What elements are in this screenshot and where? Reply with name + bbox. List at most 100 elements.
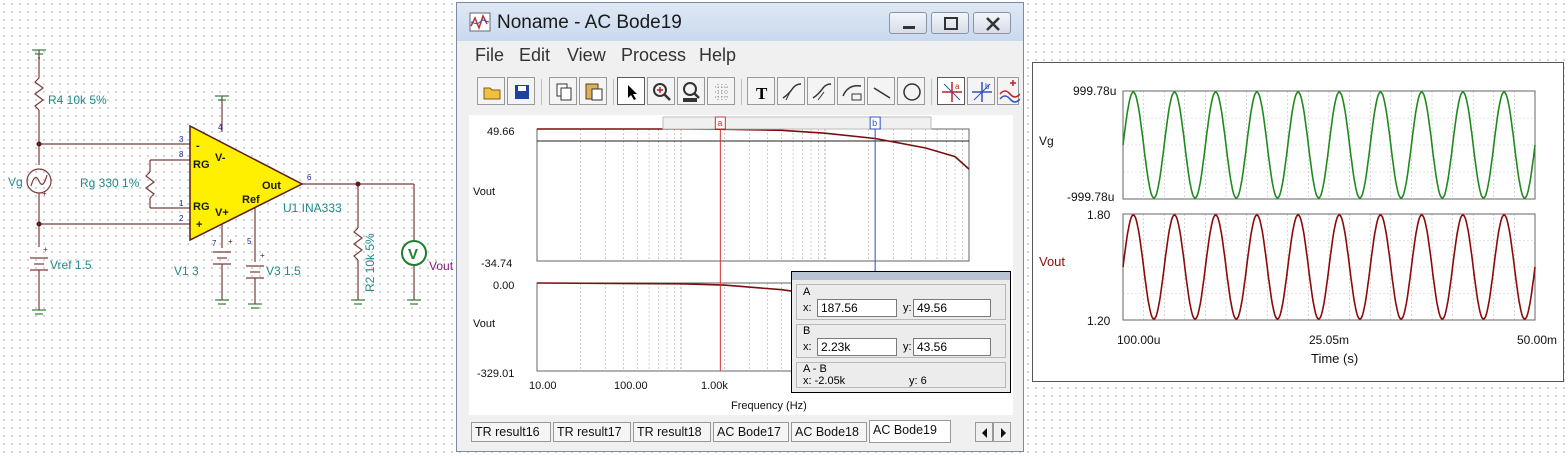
rg-resistor-icon (145, 171, 155, 199)
bode-window[interactable]: Noname - AC Bode19 File Edit View Proces… (456, 2, 1024, 452)
cursor-a-group: A x: 187.56 y: 49.56 (796, 284, 1006, 320)
r4-resistor-icon (34, 77, 44, 111)
cursor-a-button[interactable]: a (937, 77, 965, 105)
svg-text:6: 6 (307, 173, 312, 182)
svg-text:5: 5 (247, 237, 252, 246)
menu-process[interactable]: Process (621, 45, 686, 66)
text-icon: T (756, 84, 768, 103)
cursor-b-y-field[interactable]: 43.56 (913, 338, 991, 356)
minimize-button[interactable] (889, 12, 927, 34)
vg-ymax-label: 999.78u (1073, 84, 1116, 98)
line-button[interactable] (867, 77, 895, 105)
tab-tr-result16[interactable]: TR result16 (471, 422, 551, 442)
menu-bar: File Edit View Process Help (457, 41, 1023, 67)
tr-x-tick-1: 25.05m (1309, 333, 1349, 347)
transient-plot-panel[interactable]: 999.78u -999.78u Vg 1.80 1.20 100.00u 25… (1032, 62, 1564, 382)
copy-icon (556, 83, 572, 101)
menu-edit[interactable]: Edit (519, 45, 550, 66)
close-button[interactable] (973, 12, 1011, 34)
copy-button[interactable] (549, 77, 577, 105)
cursor-a-marker[interactable]: a (714, 116, 726, 130)
cursor-b-icon: b (972, 82, 992, 102)
transient-plot[interactable]: 999.78u -999.78u Vg 1.80 1.20 100.00u 25… (1033, 63, 1565, 383)
grid-button[interactable] (707, 77, 735, 105)
amplitude-trace[interactable] (537, 128, 970, 170)
phase-ylabel: Vout (473, 318, 495, 330)
x-tick-1: 100.00 (614, 380, 648, 392)
svg-text:Ref: Ref (242, 194, 260, 206)
tab-scroll-right-button[interactable] (993, 422, 1011, 442)
svg-text:+: + (42, 189, 47, 198)
u1-label: U1 INA333 (283, 201, 342, 215)
circle-button[interactable] (897, 77, 925, 105)
open-icon (483, 87, 501, 100)
svg-text:+: + (196, 219, 202, 231)
zoom-in-button[interactable] (647, 77, 675, 105)
maximize-button[interactable] (931, 12, 969, 34)
marker-b-icon (812, 83, 832, 101)
vout-ymin-label: 1.20 (1087, 314, 1111, 328)
title-bar[interactable]: Noname - AC Bode19 (457, 3, 1023, 41)
vout-ylabel: Vout (1039, 254, 1065, 269)
svg-text:RG: RG (193, 201, 210, 213)
tab-scroll-left-button[interactable] (975, 422, 993, 442)
menu-file[interactable]: File (475, 45, 504, 66)
app-icon (469, 12, 491, 32)
tab-tr-result18[interactable]: TR result18 (633, 422, 711, 442)
menu-help[interactable]: Help (699, 45, 736, 66)
schematic-canvas[interactable]: V - RG RG + V- V+ Out Ref 3 8 1 2 4 7 5 … (0, 0, 460, 456)
marker-b-button[interactable] (807, 77, 835, 105)
add-trace-icon (999, 80, 1020, 103)
rg-label: Rg 330 1% (80, 176, 140, 190)
cursor-b-x-field[interactable]: 2.23k (817, 338, 897, 356)
save-icon (515, 85, 529, 99)
cursor-b-group: B x: 2.23k y: 43.56 (796, 324, 1006, 358)
curve-button[interactable] (837, 77, 865, 105)
zoom-100-button[interactable] (677, 77, 705, 105)
svg-text:4: 4 (218, 123, 223, 132)
svg-text:2: 2 (179, 214, 184, 223)
add-trace-button[interactable] (997, 77, 1020, 105)
pointer-icon (628, 85, 637, 100)
svg-text:8: 8 (179, 150, 184, 159)
vg-ylabel: Vg (1039, 134, 1054, 148)
amp-ymin-label: -34.74 (481, 258, 512, 270)
cursor-a-y-field[interactable]: 49.56 (913, 299, 991, 317)
svg-text:b: b (985, 82, 990, 91)
tab-tr-result17[interactable]: TR result17 (553, 422, 631, 442)
svg-text:7: 7 (212, 239, 217, 248)
pointer-button[interactable] (617, 77, 645, 105)
open-button[interactable] (477, 77, 505, 105)
svg-text:T: T (756, 84, 768, 103)
paste-button[interactable] (579, 77, 607, 105)
vref-label: Vref 1.5 (50, 258, 92, 272)
vout-ymax-label: 1.80 (1087, 208, 1111, 222)
x-tick-2: 1.00k (701, 380, 728, 392)
cursor-a-x-field[interactable]: 187.56 (817, 299, 897, 317)
opamp-u1-icon[interactable] (189, 124, 304, 242)
cursor-readout-panel[interactable]: A x: 187.56 y: 49.56 B x: 2.23k y: 43.56… (791, 271, 1011, 393)
svg-text:V: V (408, 246, 418, 263)
save-button[interactable] (507, 77, 535, 105)
svg-text:V+: V+ (215, 207, 229, 219)
cursor-a-icon: a (942, 82, 962, 102)
tab-ac-bode19[interactable]: AC Bode19 (869, 420, 951, 443)
text-button[interactable]: T (747, 77, 775, 105)
x-axis-label: Frequency (Hz) (731, 400, 807, 412)
tab-ac-bode18[interactable]: AC Bode18 (791, 422, 867, 442)
tab-ac-bode17[interactable]: AC Bode17 (713, 422, 789, 442)
cursor-panel-titlebar[interactable] (792, 272, 1010, 280)
amp-ymax-label: 49.66 (487, 126, 515, 138)
menu-view[interactable]: View (567, 45, 606, 66)
tr-x-tick-2: 50.00m (1517, 333, 1557, 347)
cursor-b-button[interactable]: b (967, 77, 995, 105)
svg-text:a: a (717, 118, 722, 128)
marker-a-button[interactable] (777, 77, 805, 105)
x-tick-0: 10.00 (529, 380, 557, 392)
phase-ymin-label: -329.01 (477, 368, 514, 380)
window-title: Noname - AC Bode19 (497, 12, 682, 33)
svg-text:a: a (955, 82, 960, 91)
arrow-left-icon (982, 428, 987, 438)
svg-text:+: + (260, 251, 265, 260)
cursor-b-marker[interactable]: b (869, 116, 881, 130)
